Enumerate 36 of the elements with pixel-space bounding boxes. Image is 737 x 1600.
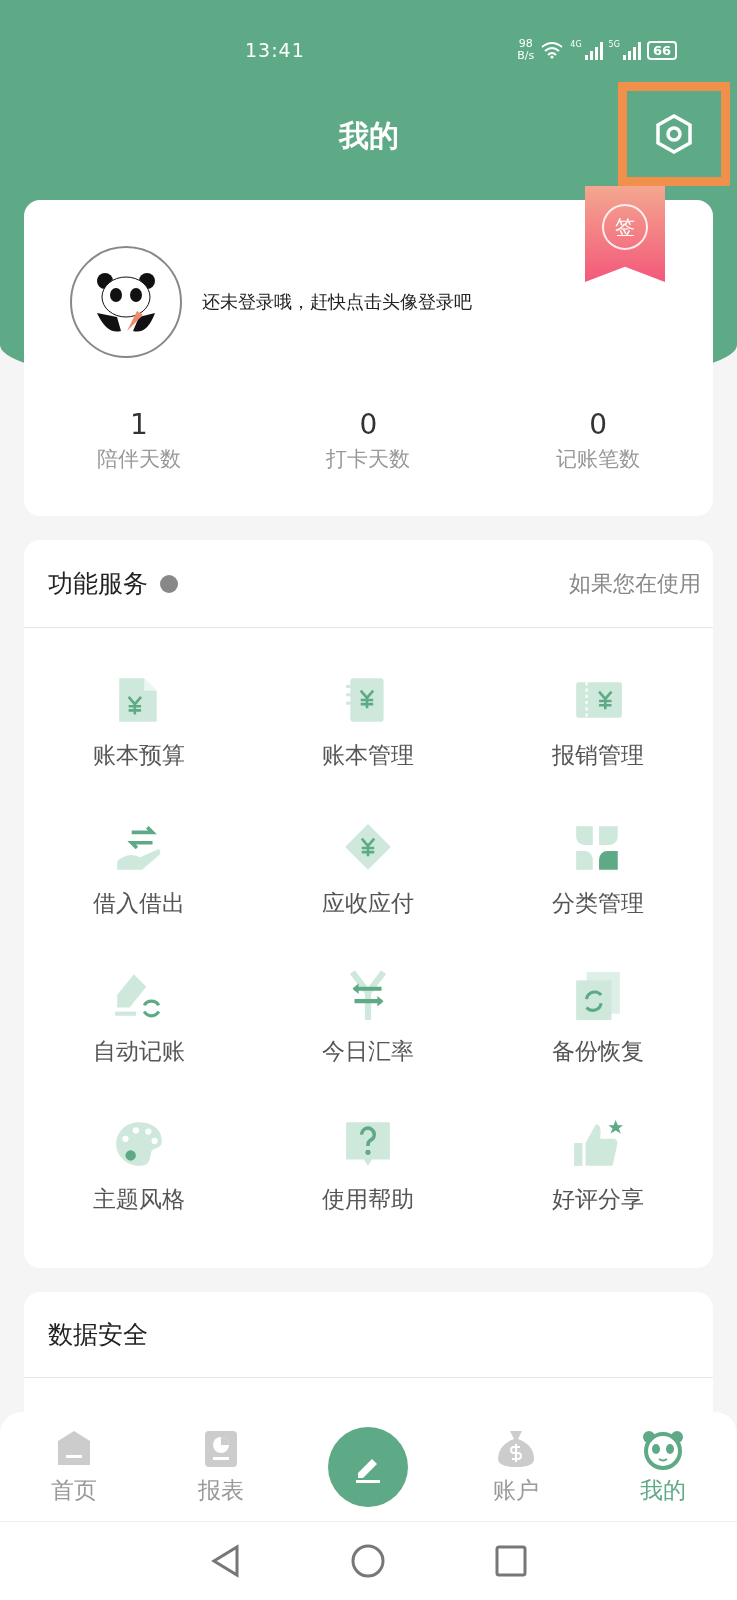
service-item[interactable]: 主题风格	[24, 1092, 254, 1240]
home-icon[interactable]	[350, 1544, 385, 1578]
service-item[interactable]: 备份恢复	[483, 944, 713, 1092]
service-item[interactable]: 分类管理	[483, 796, 713, 944]
notice-text: 如果您在使用	[569, 569, 702, 598]
wifi-icon	[540, 41, 565, 59]
recents-icon[interactable]	[494, 1545, 527, 1577]
stat-value: 0	[589, 408, 608, 441]
page-title: 我的	[338, 116, 399, 155]
section-title: 数据安全	[48, 1319, 148, 1351]
stat-label: 记账笔数	[556, 446, 641, 473]
service-item[interactable]: 账本管理	[253, 648, 484, 796]
service-item[interactable]: 今日汇率	[253, 944, 484, 1092]
service-item[interactable]: 好评分享	[483, 1092, 713, 1240]
signal-icon	[620, 40, 641, 60]
service-item[interactable]: 应收应付	[253, 796, 484, 944]
signal-icon	[582, 40, 603, 60]
service-item[interactable]: 报销管理	[483, 648, 713, 796]
stat-value: 0	[359, 408, 378, 441]
section-title: 功能服务	[48, 568, 148, 600]
service-item[interactable]: 账本预算	[24, 648, 254, 796]
battery-level: 66	[646, 40, 677, 60]
service-item[interactable]: 使用帮助	[253, 1092, 484, 1240]
stat-label: 陪伴天数	[96, 446, 181, 473]
stat-value: 1	[129, 408, 148, 441]
back-icon[interactable]	[210, 1544, 241, 1578]
network-speed: 98 B/s	[517, 38, 535, 62]
service-item[interactable]: 借入借出	[24, 796, 254, 944]
network-type: 5G	[608, 40, 620, 49]
status-dot-icon	[160, 574, 178, 593]
settings-button[interactable]	[618, 82, 730, 186]
clock: 13:41	[245, 39, 305, 61]
service-item[interactable]: 自动记账	[24, 944, 254, 1092]
network-type: 4G	[570, 40, 582, 49]
stat-label: 打卡天数	[326, 446, 411, 473]
login-prompt: 还未登录哦，赶快点击头像登录吧	[202, 290, 472, 314]
